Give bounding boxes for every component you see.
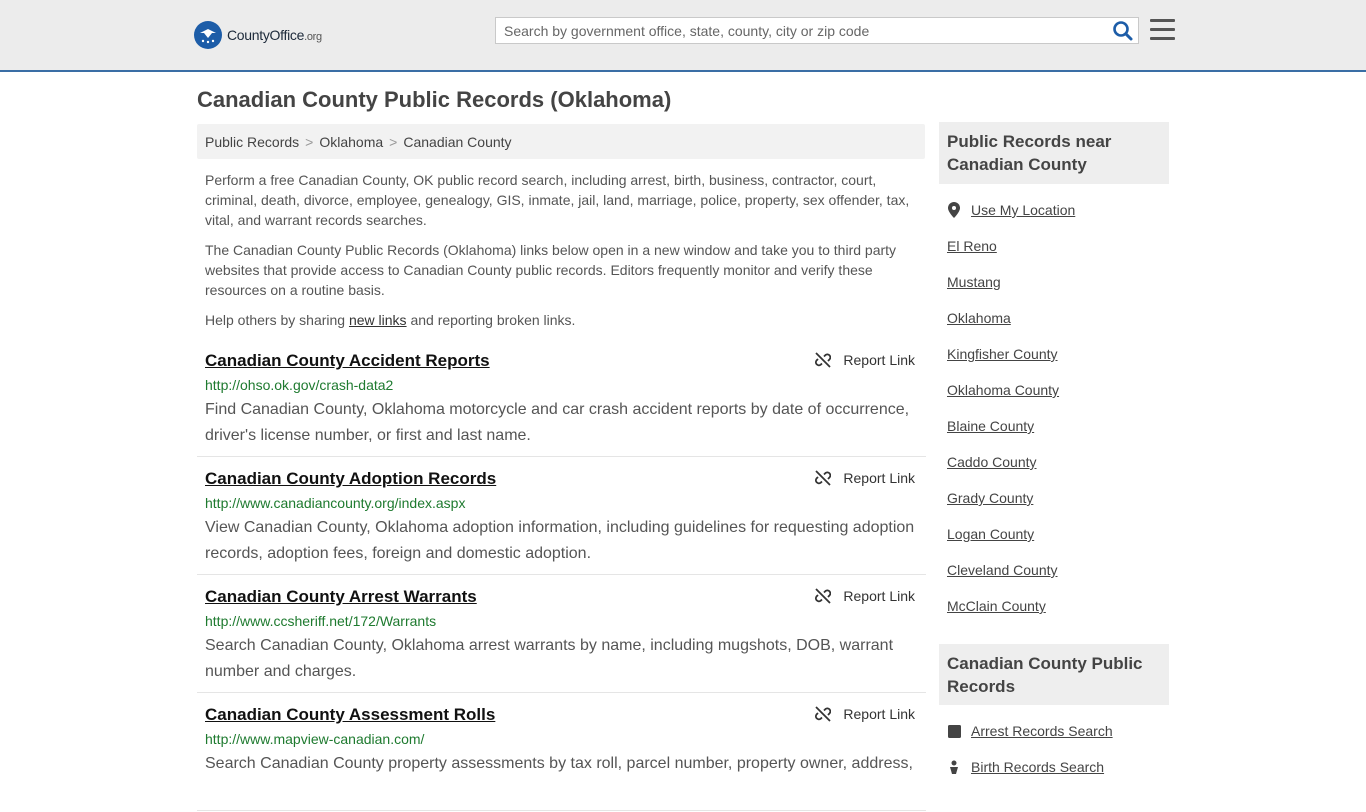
nearby-heading: Public Records near Canadian County (939, 122, 1169, 184)
nearby-item: Oklahoma County (947, 372, 1167, 408)
map-pin-icon (947, 202, 961, 218)
nearby-item: Cleveland County (947, 552, 1167, 588)
arrest-records-icon (947, 724, 961, 738)
broken-link-icon (815, 470, 832, 486)
broken-link-icon (815, 706, 832, 722)
county-record-item: Birth Records Search (947, 749, 1167, 785)
county-records-heading: Canadian County Public Records (939, 644, 1169, 705)
hamburger-menu-icon[interactable] (1150, 19, 1175, 41)
nearby-link-cleveland-county[interactable]: Cleveland County (947, 562, 1058, 578)
search-icon (1113, 21, 1133, 41)
nearby-link-mcclain-county[interactable]: McClain County (947, 598, 1046, 614)
report-link-button[interactable]: Report Link (815, 588, 915, 604)
intro-paragraph-3: Help others by sharing new links and rep… (205, 310, 920, 330)
record-description: View Canadian County, Oklahoma adoption … (205, 519, 915, 562)
nearby-link-oklahoma-county[interactable]: Oklahoma County (947, 382, 1059, 398)
record-item: Canadian County Accident Reports Report … (197, 340, 926, 457)
search-box (495, 17, 1139, 44)
birth-records-search-link[interactable]: Birth Records Search (971, 759, 1104, 775)
search-input[interactable] (496, 18, 1104, 43)
logo-tld: .org (304, 31, 322, 43)
nearby-item: McClain County (947, 588, 1167, 624)
nearby-item: Logan County (947, 516, 1167, 552)
broken-link-icon (815, 352, 832, 368)
record-title-link[interactable]: Canadian County Accident Reports (205, 351, 490, 371)
nearby-link-oklahoma[interactable]: Oklahoma (947, 310, 1011, 326)
nearby-link-kingfisher-county[interactable]: Kingfisher County (947, 346, 1058, 362)
nearby-item: Grady County (947, 480, 1167, 516)
site-logo[interactable]: CountyOffice.org (194, 20, 322, 50)
site-header: CountyOffice.org (0, 0, 1366, 72)
breadcrumb-separator: > (305, 134, 314, 150)
baby-icon (947, 760, 961, 774)
nearby-link-mustang[interactable]: Mustang (947, 274, 1001, 290)
breadcrumb-canadian-county[interactable]: Canadian County (403, 134, 511, 150)
report-link-label: Report Link (843, 706, 915, 722)
intro-help-text: Help others by sharing (205, 312, 349, 328)
nearby-item: Kingfisher County (947, 336, 1167, 372)
nearby-link-el-reno[interactable]: El Reno (947, 238, 997, 254)
breadcrumb-separator: > (389, 134, 398, 150)
report-link-label: Report Link (843, 470, 915, 486)
nearby-item: Oklahoma (947, 300, 1167, 336)
records-list: Canadian County Accident Reports Report … (197, 340, 926, 812)
logo-text: CountyOffice.org (227, 27, 322, 43)
use-location-item: Use My Location (947, 192, 1167, 228)
intro-paragraph-1: Perform a free Canadian County, OK publi… (205, 172, 910, 228)
county-records-list: Arrest Records Search Birth Records Sear… (947, 713, 1167, 785)
breadcrumb: Public Records > Oklahoma > Canadian County (197, 124, 925, 159)
intro-paragraph-2: The Canadian County Public Records (Okla… (205, 242, 897, 298)
breadcrumb-public-records[interactable]: Public Records (205, 134, 299, 150)
record-url[interactable]: http://www.mapview-canadian.com/ (205, 731, 424, 747)
breadcrumb-oklahoma[interactable]: Oklahoma (319, 134, 383, 150)
record-description: Search Canadian County property assessme… (205, 755, 913, 772)
nearby-item: Caddo County (947, 444, 1167, 480)
nearby-link-blaine-county[interactable]: Blaine County (947, 418, 1034, 434)
record-description: Find Canadian County, Oklahoma motorcycl… (205, 401, 910, 444)
intro-help-text-end: and reporting broken links. (406, 312, 576, 328)
report-link-button[interactable]: Report Link (815, 352, 915, 368)
record-title-link[interactable]: Canadian County Adoption Records (205, 469, 496, 489)
new-links-link[interactable]: new links (349, 312, 407, 328)
record-item: Canadian County Adoption Records Report … (197, 458, 926, 575)
record-url[interactable]: http://ohso.ok.gov/crash-data2 (205, 377, 393, 393)
page-title: Canadian County Public Records (Oklahoma… (197, 87, 672, 112)
nearby-list: Use My Location El Reno Mustang Oklahoma… (947, 192, 1167, 624)
logo-seal-icon (194, 21, 222, 49)
use-my-location-link[interactable]: Use My Location (971, 202, 1075, 218)
search-button[interactable] (1112, 20, 1134, 42)
record-title-link[interactable]: Canadian County Assessment Rolls (205, 705, 495, 725)
nearby-item: Mustang (947, 264, 1167, 300)
arrest-records-search-link[interactable]: Arrest Records Search (971, 723, 1113, 739)
record-title-link[interactable]: Canadian County Arrest Warrants (205, 587, 477, 607)
broken-link-icon (815, 588, 832, 604)
record-item: Canadian County Arrest Warrants Report L… (197, 576, 926, 693)
record-item: Canadian County Assessment Rolls Report … (197, 694, 926, 811)
report-link-label: Report Link (843, 588, 915, 604)
nearby-link-grady-county[interactable]: Grady County (947, 490, 1033, 506)
report-link-button[interactable]: Report Link (815, 470, 915, 486)
record-url[interactable]: http://www.ccsheriff.net/172/Warrants (205, 613, 436, 629)
report-link-button[interactable]: Report Link (815, 706, 915, 722)
logo-name: CountyOffice (227, 27, 305, 43)
nearby-link-caddo-county[interactable]: Caddo County (947, 454, 1037, 470)
report-link-label: Report Link (843, 352, 915, 368)
nearby-item: El Reno (947, 228, 1167, 264)
nearby-item: Blaine County (947, 408, 1167, 444)
record-url[interactable]: http://www.canadiancounty.org/index.aspx (205, 495, 465, 511)
county-record-item: Arrest Records Search (947, 713, 1167, 749)
record-description: Search Canadian County, Oklahoma arrest … (205, 637, 894, 680)
nearby-link-logan-county[interactable]: Logan County (947, 526, 1034, 542)
